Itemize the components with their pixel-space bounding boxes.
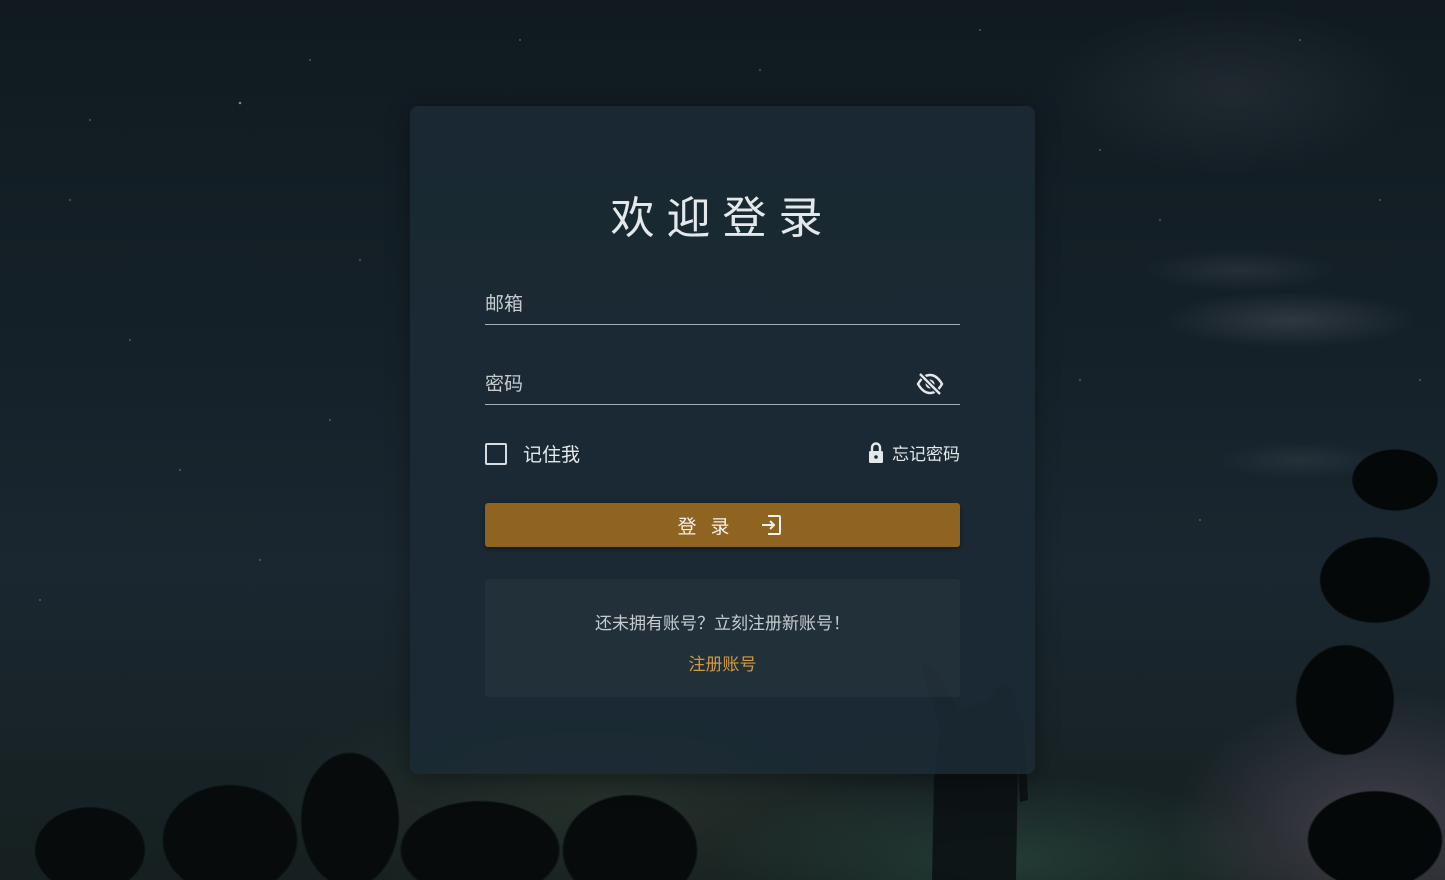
email-field[interactable] xyxy=(485,284,905,324)
forgot-password-label: 忘记密码 xyxy=(892,445,960,465)
register-prompt: 还未拥有账号？立刻注册新账号！ xyxy=(595,614,850,634)
background-trees-right xyxy=(1225,420,1445,880)
remember-me-label: 记住我 xyxy=(523,444,581,466)
login-button[interactable]: 登录 xyxy=(485,503,960,547)
remember-me-checkbox[interactable]: 记住我 xyxy=(485,440,580,467)
lock-icon xyxy=(869,441,883,463)
email-field-container xyxy=(485,284,960,325)
login-title: 欢迎登录 xyxy=(610,193,835,244)
password-field-container xyxy=(485,364,960,405)
register-panel: 还未拥有账号？立刻注册新账号！ 注册账号 xyxy=(485,579,960,697)
login-button-label: 登录 xyxy=(677,515,744,538)
eye-off-icon[interactable] xyxy=(916,372,944,396)
checkbox-box[interactable] xyxy=(485,442,507,465)
login-icon xyxy=(761,515,781,535)
password-field[interactable] xyxy=(485,364,905,404)
forgot-password-link[interactable]: 忘记密码 xyxy=(868,440,960,465)
login-card: 欢迎登录 记住我 忘记密码 登录 xyxy=(410,106,1035,774)
register-link[interactable]: 注册账号 xyxy=(485,650,960,675)
options-row: 记住我 忘记密码 xyxy=(485,440,960,467)
